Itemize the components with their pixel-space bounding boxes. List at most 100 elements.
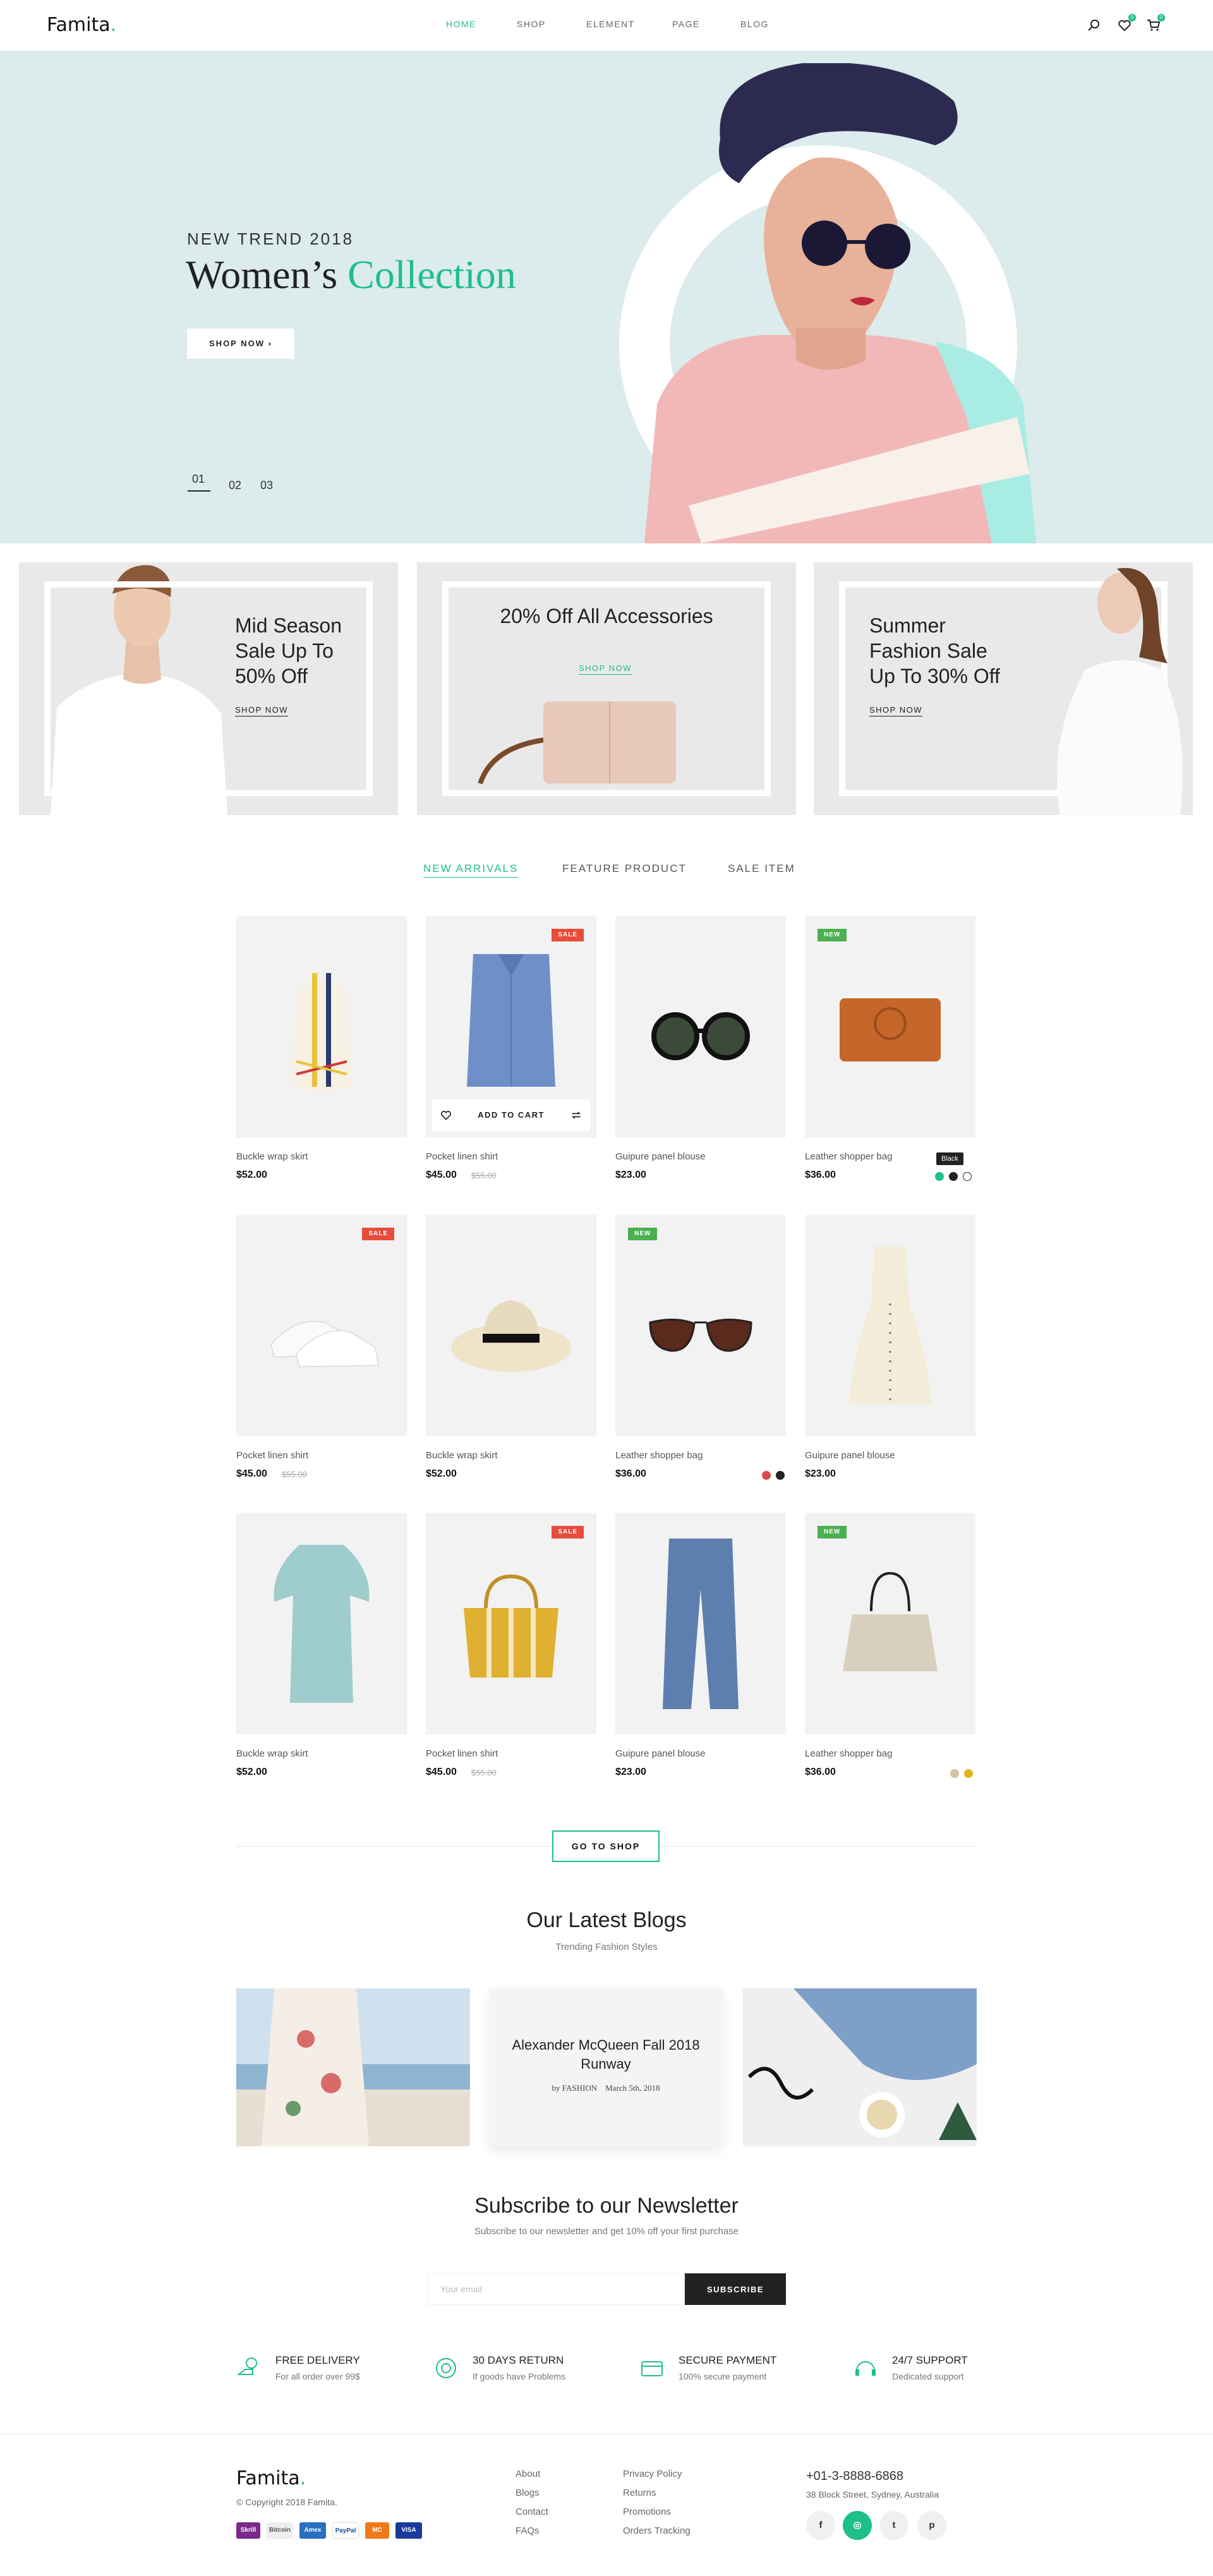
nav-home[interactable]: HOME xyxy=(446,19,476,29)
color-swatch[interactable] xyxy=(935,1172,944,1181)
product-image[interactable]: SALE xyxy=(236,1215,407,1436)
tab-new-arrivals[interactable]: NEW ARRIVALS xyxy=(423,862,519,878)
blog-card-featured[interactable]: Alexander McQueen Fall 2018 Runway by FA… xyxy=(489,1988,723,2146)
blog-card[interactable] xyxy=(743,1988,977,2146)
product-action-bar: ADD TO CART xyxy=(432,1099,590,1131)
tab-sale-item[interactable]: SALE ITEM xyxy=(728,862,795,875)
banner-handbag-image xyxy=(478,701,676,785)
feature-subtitle: If goods have Problems xyxy=(473,2371,566,2381)
go-to-shop-button[interactable]: GO TO SHOP xyxy=(552,1830,660,1862)
cart-icon[interactable]: 0 xyxy=(1146,14,1165,33)
nav-shop[interactable]: SHOP xyxy=(517,19,546,29)
product-name[interactable]: Guipure panel blouse xyxy=(615,1748,706,1759)
add-to-cart-button[interactable]: ADD TO CART xyxy=(461,1099,562,1131)
newsletter-email-input[interactable] xyxy=(427,2273,685,2305)
new-badge: NEW xyxy=(628,1228,658,1240)
product-name[interactable]: Buckle wrap skirt xyxy=(426,1450,497,1461)
product-image[interactable]: SALE xyxy=(426,1513,596,1734)
product-price: $52.00 xyxy=(236,1170,267,1180)
product-image[interactable]: NEW xyxy=(615,1215,786,1436)
feature-title: SECURE PAYMENT xyxy=(679,2354,777,2366)
product-name[interactable]: Pocket linen shirt xyxy=(426,1151,498,1162)
footer-link-promotions[interactable]: Promotions xyxy=(623,2506,671,2517)
aviator-sunglasses-image xyxy=(649,1318,752,1352)
product-image[interactable] xyxy=(615,916,786,1137)
footer-link-returns[interactable]: Returns xyxy=(623,2488,656,2498)
support-icon xyxy=(853,2355,878,2381)
wishlist-icon[interactable]: 0 xyxy=(1117,14,1136,33)
banner-mid-season[interactable]: Mid Season Sale Up To 50% Off SHOP NOW xyxy=(19,562,398,815)
footer-link-orders-tracking[interactable]: Orders Tracking xyxy=(623,2525,691,2536)
banner-shop-now-link[interactable]: SHOP NOW xyxy=(235,705,288,717)
banner-accessories[interactable]: 20% Off All Accessories SHOP NOW xyxy=(417,562,796,815)
product-image[interactable] xyxy=(426,1215,596,1436)
banner-summer[interactable]: Summer Fashion Sale Up To 30% Off SHOP N… xyxy=(814,562,1193,815)
nav-blog[interactable]: BLOG xyxy=(740,19,769,29)
paypal-icon: PayPal xyxy=(332,2522,359,2539)
product-name[interactable]: Guipure panel blouse xyxy=(615,1151,706,1162)
product-image[interactable]: SALE ADD TO CART xyxy=(426,916,596,1137)
tab-feature-product[interactable]: FEATURE PRODUCT xyxy=(562,862,687,875)
chevron-right-icon: › xyxy=(268,339,272,348)
footer-link-faqs[interactable]: FAQs xyxy=(516,2525,540,2536)
color-swatch[interactable] xyxy=(964,1769,973,1778)
teal-dress-image xyxy=(274,1545,370,1703)
skrill-icon: Skrill xyxy=(236,2522,260,2539)
subscribe-button[interactable]: SUBSCRIBE xyxy=(685,2273,786,2305)
product-name[interactable]: Pocket linen shirt xyxy=(426,1748,498,1759)
blog-author[interactable]: by FASHION xyxy=(552,2083,598,2093)
feature-return: 30 DAYS RETURN If goods have Problems xyxy=(433,2349,623,2387)
color-swatch[interactable] xyxy=(950,1769,959,1778)
product-name[interactable]: Leather shopper bag xyxy=(805,1151,892,1162)
footer-link-privacy[interactable]: Privacy Policy xyxy=(623,2469,682,2479)
product-price: $45.00 xyxy=(426,1170,457,1180)
blog-card-title[interactable]: Alexander McQueen Fall 2018 Runway xyxy=(489,2036,723,2074)
hero-shop-now-button[interactable]: SHOP NOW › xyxy=(187,329,294,359)
product-image[interactable]: NEW xyxy=(805,1513,975,1734)
product-name[interactable]: Guipure panel blouse xyxy=(805,1450,895,1461)
product-name[interactable]: Pocket linen shirt xyxy=(236,1450,308,1461)
product-old-price: $55.00 xyxy=(471,1768,497,1777)
color-swatch[interactable] xyxy=(963,1172,972,1181)
product-name[interactable]: Leather shopper bag xyxy=(805,1748,892,1759)
product-old-price: $55.00 xyxy=(471,1171,497,1180)
product-image[interactable]: NEW xyxy=(805,916,975,1137)
product-name[interactable]: Buckle wrap skirt xyxy=(236,1748,308,1759)
footer-logo-dot: . xyxy=(299,2467,306,2489)
product-image[interactable] xyxy=(805,1215,975,1436)
product-image[interactable] xyxy=(615,1513,786,1734)
backpack-image xyxy=(290,973,353,1092)
product-image[interactable] xyxy=(236,1513,407,1734)
banner-shop-now-link[interactable]: SHOP NOW xyxy=(579,663,632,675)
product-name[interactable]: Buckle wrap skirt xyxy=(236,1151,308,1162)
color-swatch[interactable] xyxy=(949,1172,958,1181)
pinterest-icon[interactable]: p xyxy=(917,2511,946,2540)
instagram-icon[interactable]: ◎ xyxy=(843,2511,872,2540)
blog-card[interactable] xyxy=(236,1988,470,2146)
blog-section-title: Our Latest Blogs xyxy=(526,1908,687,1932)
footer-link-blogs[interactable]: Blogs xyxy=(516,2488,540,2498)
blog-image xyxy=(236,1988,470,2146)
hero-slider: NEW TREND 2018 Women’s Collection SHOP N… xyxy=(0,51,1213,543)
twitter-icon[interactable]: t xyxy=(879,2511,908,2540)
nav-element[interactable]: ELEMENT xyxy=(586,19,635,29)
product-image[interactable] xyxy=(236,916,407,1137)
footer-link-contact[interactable]: Contact xyxy=(516,2506,548,2517)
product-name[interactable]: Leather shopper bag xyxy=(615,1450,703,1461)
search-icon[interactable] xyxy=(1087,18,1102,33)
delivery-icon xyxy=(236,2355,262,2381)
feature-title: 30 DAYS RETURN xyxy=(473,2354,564,2366)
color-swatch[interactable] xyxy=(762,1471,771,1480)
color-swatch[interactable] xyxy=(776,1471,785,1480)
slide-dot-1[interactable]: 01 xyxy=(192,473,205,486)
footer-logo[interactable]: Famita. xyxy=(236,2467,306,2489)
product-price: $36.00 xyxy=(615,1468,646,1479)
nav-page[interactable]: PAGE xyxy=(672,19,700,29)
facebook-icon[interactable]: f xyxy=(806,2511,835,2540)
heart-icon[interactable] xyxy=(440,1109,452,1122)
banner-shop-now-link[interactable]: SHOP NOW xyxy=(869,705,922,717)
slide-dot-2[interactable]: 02 xyxy=(229,479,241,492)
footer-link-about[interactable]: About xyxy=(516,2469,540,2479)
slide-dot-3[interactable]: 03 xyxy=(260,479,273,492)
compare-icon[interactable] xyxy=(570,1109,582,1122)
